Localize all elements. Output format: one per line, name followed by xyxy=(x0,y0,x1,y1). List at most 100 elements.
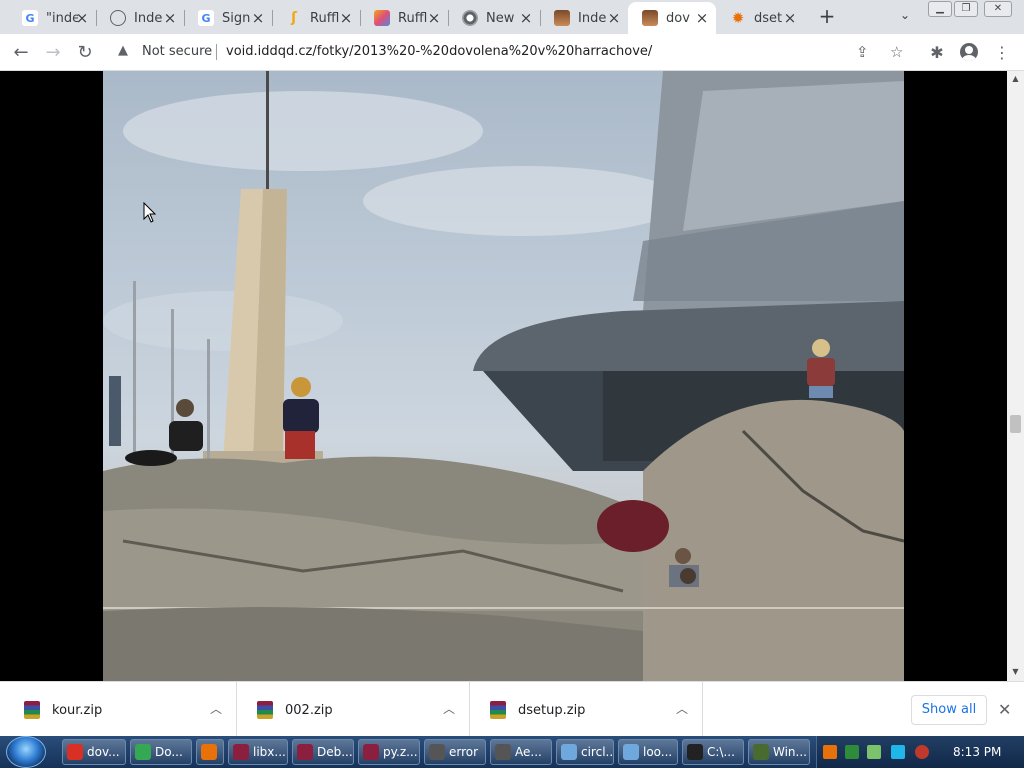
winrar-icon xyxy=(24,701,40,719)
ruffle-rainbow-icon xyxy=(374,10,390,26)
minimize-button[interactable]: ▁ xyxy=(928,1,952,17)
close-icon[interactable]: × xyxy=(694,10,710,26)
taskbar-button[interactable]: circl... xyxy=(556,739,614,765)
profile-avatar-icon[interactable] xyxy=(960,43,978,61)
taskbar-clock[interactable]: 8:13 PM xyxy=(953,745,1001,759)
cmd-icon xyxy=(687,744,703,760)
extensions-puzzle-icon[interactable]: ✱ xyxy=(926,42,948,64)
tab-strip: G "inde × Inde × G Sign × ʃ Ruffl × Ruff… xyxy=(0,0,1024,34)
notepad-icon xyxy=(623,744,639,760)
back-arrow-icon[interactable]: ← xyxy=(10,42,32,64)
taskbar-button[interactable]: Ae... xyxy=(490,739,552,765)
taskbar-button[interactable]: Win... xyxy=(748,739,810,765)
close-icon[interactable]: × xyxy=(426,10,442,26)
tab-5[interactable]: Ruffl × xyxy=(360,2,449,34)
close-icon[interactable]: × xyxy=(782,10,798,26)
restore-button[interactable]: ❐ xyxy=(954,1,978,17)
forward-arrow-icon[interactable]: → xyxy=(42,42,64,64)
tray-volume-icon[interactable] xyxy=(915,745,929,759)
new-tab-button[interactable]: + xyxy=(816,6,838,28)
notepad-icon xyxy=(561,744,577,760)
tab-7[interactable]: Inde × xyxy=(540,2,628,34)
tray-app-icon[interactable] xyxy=(845,745,859,759)
scroll-up-arrow-icon[interactable]: ▲ xyxy=(1011,74,1020,83)
taskbar-button-label: Win... xyxy=(773,745,807,759)
warning-triangle-icon[interactable]: ▲ xyxy=(118,43,132,58)
scroll-down-arrow-icon[interactable]: ▼ xyxy=(1011,667,1020,676)
omnibox-divider xyxy=(216,44,217,60)
chrome-icon xyxy=(462,10,478,26)
windows-taskbar: dov... Do... libx... Deb... py.z... error Ae..… xyxy=(0,736,1024,768)
taskbar-button-label: libx... xyxy=(253,745,286,759)
chrome-icon xyxy=(67,744,83,760)
close-icon[interactable]: ✕ xyxy=(998,700,1011,719)
tray-display-icon[interactable] xyxy=(891,745,905,759)
close-icon[interactable]: × xyxy=(518,10,534,26)
download-filename[interactable]: kour.zip xyxy=(52,703,102,718)
vacation-photo xyxy=(103,71,904,681)
bookmark-star-icon[interactable]: ☆ xyxy=(890,43,903,61)
face-icon xyxy=(642,10,658,26)
tab-1[interactable]: G "inde × xyxy=(8,2,97,34)
taskbar-button[interactable] xyxy=(196,739,224,765)
winrar-icon xyxy=(363,744,379,760)
winrar-icon xyxy=(490,701,506,719)
download-filename[interactable]: 002.zip xyxy=(285,703,333,718)
gear-orange-icon: ✹ xyxy=(731,9,745,27)
chevron-up-icon[interactable]: ︿ xyxy=(443,700,455,717)
taskbar-button[interactable]: C:\... xyxy=(682,739,744,765)
url-text[interactable]: void.iddqd.cz/fotky/2013%20-%20dovolena%… xyxy=(226,44,652,59)
taskbar-button[interactable]: dov... xyxy=(62,739,126,765)
tray-network-icon[interactable] xyxy=(867,745,881,759)
google-icon: G xyxy=(198,10,214,26)
start-button[interactable] xyxy=(6,736,46,768)
tab-3[interactable]: G Sign × xyxy=(184,2,273,34)
tab-8-active[interactable]: dov × xyxy=(628,2,716,34)
media-player-icon xyxy=(201,744,217,760)
download-filename[interactable]: dsetup.zip xyxy=(518,703,585,718)
close-icon[interactable]: × xyxy=(74,10,90,26)
reload-icon[interactable]: ↻ xyxy=(74,42,96,64)
taskbar-button-label: loo... xyxy=(643,745,673,759)
download-item[interactable]: dsetup.zip ︿ xyxy=(470,682,703,737)
tab-4[interactable]: ʃ Ruffl × xyxy=(272,2,361,34)
winrar-icon xyxy=(233,744,249,760)
download-item[interactable]: kour.zip ︿ xyxy=(4,682,237,737)
taskbar-button[interactable]: Deb... xyxy=(292,739,354,765)
tab-9[interactable]: ✹ dset × xyxy=(716,2,804,34)
taskbar-button[interactable]: py.z... xyxy=(358,739,420,765)
tab-2[interactable]: Inde × xyxy=(96,2,185,34)
chevron-up-icon[interactable]: ︿ xyxy=(210,700,222,717)
taskbar-button[interactable]: libx... xyxy=(228,739,288,765)
page-scrollbar[interactable]: ▲ ▼ xyxy=(1007,71,1024,681)
chevron-up-icon[interactable]: ︿ xyxy=(676,700,688,717)
tray-app-icon[interactable] xyxy=(823,745,837,759)
taskbar-button[interactable]: Do... xyxy=(130,739,192,765)
window-icon xyxy=(429,744,445,760)
leaf-icon xyxy=(135,744,151,760)
download-item[interactable]: 002.zip ︿ xyxy=(237,682,470,737)
taskbar-button-label: error xyxy=(449,745,479,759)
security-label[interactable]: Not secure xyxy=(142,44,212,59)
taskbar-button[interactable]: loo... xyxy=(618,739,678,765)
close-icon[interactable]: × xyxy=(162,10,178,26)
close-icon[interactable]: × xyxy=(606,10,622,26)
taskbar-button-label: C:\... xyxy=(707,745,735,759)
taskbar-button[interactable]: error xyxy=(424,739,486,765)
taskbar-button-label: py.z... xyxy=(383,745,418,759)
tab-search-chevron-icon[interactable]: ⌄ xyxy=(896,8,914,26)
face-icon xyxy=(554,10,570,26)
share-icon[interactable]: ⇪ xyxy=(856,43,869,61)
google-icon: G xyxy=(22,10,38,26)
close-icon[interactable]: × xyxy=(338,10,354,26)
download-shelf: kour.zip ︿ 002.zip ︿ dsetup.zip ︿ Show a… xyxy=(0,681,1024,737)
tab-6[interactable]: New × xyxy=(448,2,541,34)
show-all-button[interactable]: Show all xyxy=(911,695,987,725)
taskbar-button-label: dov... xyxy=(87,745,120,759)
menu-kebab-icon[interactable]: ⋮ xyxy=(991,42,1013,64)
system-tray: 8:13 PM xyxy=(816,736,1024,768)
address-bar[interactable]: ▲ Not secure void.iddqd.cz/fotky/2013%20… xyxy=(108,37,918,67)
close-window-button[interactable]: ✕ xyxy=(984,1,1012,17)
close-icon[interactable]: × xyxy=(250,10,266,26)
scrollbar-thumb[interactable] xyxy=(1010,415,1021,433)
